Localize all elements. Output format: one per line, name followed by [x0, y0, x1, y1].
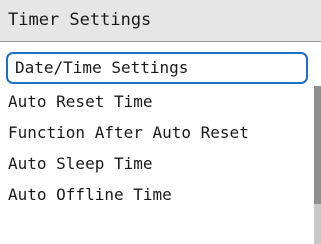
menu-item-function-after-auto-reset[interactable]: Function After Auto Reset: [8, 118, 249, 148]
scrollbar-thumb[interactable]: [314, 86, 321, 204]
menu-item-auto-reset-time[interactable]: Auto Reset Time: [8, 87, 153, 117]
menu-item-auto-offline-time[interactable]: Auto Offline Time: [8, 180, 172, 210]
timer-settings-screen: Timer Settings Date/Time Settings Auto R…: [0, 0, 321, 244]
scrollbar[interactable]: [314, 86, 321, 244]
title-bar: Timer Settings: [0, 0, 321, 42]
page-title: Timer Settings: [8, 10, 152, 30]
menu-item-date-time-settings[interactable]: Date/Time Settings: [6, 52, 308, 84]
settings-menu-list: Date/Time Settings Auto Reset Time Funct…: [0, 46, 321, 244]
menu-item-auto-sleep-time[interactable]: Auto Sleep Time: [8, 149, 153, 179]
